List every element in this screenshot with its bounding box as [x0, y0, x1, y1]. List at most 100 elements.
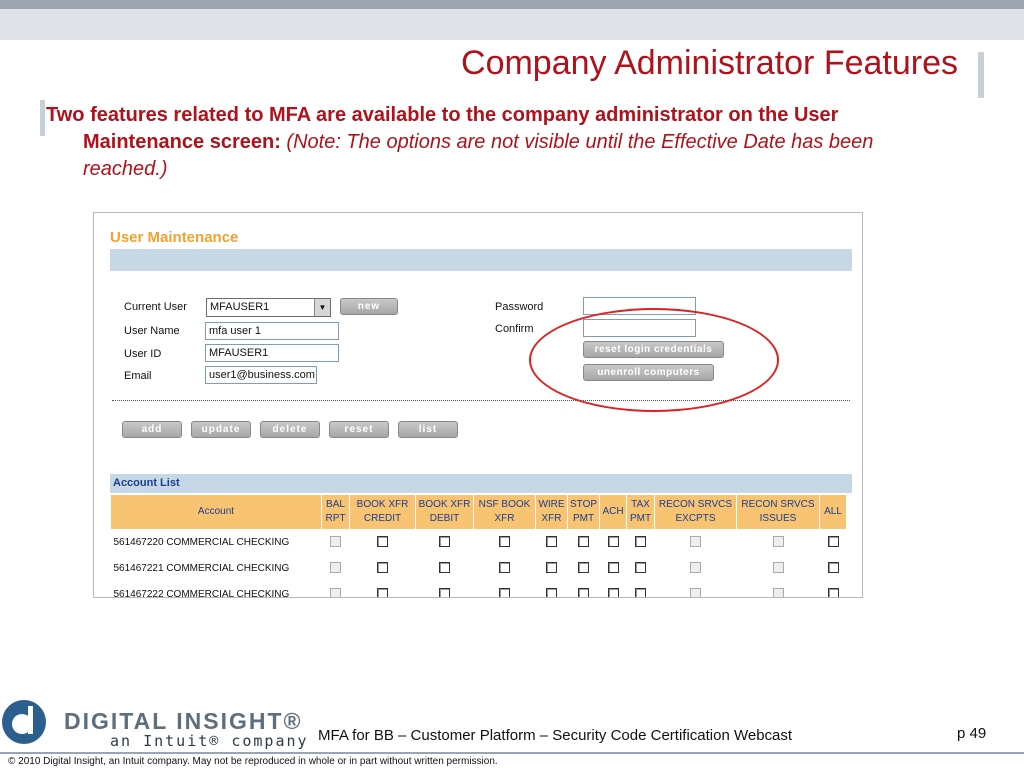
checkbox[interactable]	[827, 587, 839, 597]
title-bracket	[978, 52, 984, 98]
account-list-bar: Account List	[110, 474, 852, 493]
checkbox[interactable]	[635, 561, 646, 573]
book-credit-cell	[349, 529, 416, 556]
recon-issues-cell	[736, 529, 820, 556]
book-credit-cell	[349, 581, 416, 597]
confirm-label: Confirm	[495, 323, 534, 335]
bullet-line-2: Maintenance screen: (Note: The options a…	[46, 129, 996, 156]
checkbox[interactable]	[827, 561, 839, 573]
tax-cell	[626, 581, 655, 597]
checkbox[interactable]	[499, 587, 510, 597]
reset-button[interactable]: reset	[329, 421, 389, 438]
recon-excpts-cell	[654, 581, 737, 597]
all-cell	[819, 555, 847, 582]
table-row: 561467221 COMMERCIAL CHECKING	[110, 555, 847, 582]
new-button[interactable]: new	[340, 298, 398, 315]
wire-cell	[535, 529, 568, 556]
checkbox[interactable]	[578, 561, 589, 573]
slide-title: Company Administrator Features	[461, 44, 958, 82]
checkbox[interactable]	[546, 587, 557, 597]
col-account: Account	[110, 494, 322, 530]
dropdown-arrow-icon[interactable]: ▼	[314, 299, 330, 316]
col-bal-rpt: BAL RPT	[321, 494, 350, 530]
logo-d-stem	[28, 706, 33, 734]
page-number: p 49	[957, 725, 987, 742]
user-name-input[interactable]: mfa user 1	[205, 322, 339, 340]
checkbox-disabled	[772, 587, 784, 597]
bullet-italic-note: (Note: The options are not visible until…	[280, 131, 874, 153]
ach-cell	[599, 555, 627, 582]
stop-cell	[567, 555, 600, 582]
col-wire-xfr: WIRE XFR	[535, 494, 568, 530]
account-cell: 561467220 COMMERCIAL CHECKING	[110, 529, 322, 556]
all-cell	[819, 581, 847, 597]
email-input[interactable]: user1@business.com	[205, 366, 317, 384]
checkbox[interactable]	[439, 561, 450, 573]
user-name-label: User Name	[124, 325, 180, 337]
top-band	[0, 0, 1024, 40]
bullet-bold-line-2: Maintenance screen:	[83, 131, 281, 153]
nsf-cell	[473, 581, 536, 597]
checkbox-disabled	[690, 561, 701, 573]
account-cell: 561467222 COMMERCIAL CHECKING	[110, 581, 322, 597]
account-table: Account BAL RPT BOOK XFR CREDIT BOOK XFR…	[110, 494, 847, 597]
footer-title: MFA for BB – Customer Platform – Securit…	[318, 727, 793, 744]
checkbox[interactable]	[546, 561, 557, 573]
col-ach: ACH	[599, 494, 627, 530]
user-id-label: User ID	[124, 348, 162, 360]
col-recon-issues: RECON SRVCS ISSUES	[736, 494, 820, 530]
copyright-text: © 2010 Digital Insight, an Intuit compan…	[8, 756, 498, 767]
screen-title: User Maintenance	[110, 229, 239, 246]
col-tax-pmt: TAX PMT	[626, 494, 655, 530]
bullet-bold-line-1: Two features related to MFA are availabl…	[46, 104, 839, 126]
checkbox[interactable]	[578, 587, 589, 597]
checkbox[interactable]	[827, 535, 839, 547]
add-button[interactable]: add	[122, 421, 182, 438]
bullet-bracket	[40, 100, 45, 136]
tax-cell	[626, 529, 655, 556]
digital-insight-logo-icon	[2, 700, 46, 744]
wire-cell	[535, 555, 568, 582]
highlight-oval	[529, 308, 779, 412]
list-button[interactable]: list	[398, 421, 458, 438]
recon-issues-cell	[736, 555, 820, 582]
screen-header-bar	[110, 249, 852, 271]
checkbox-disabled	[330, 535, 341, 547]
checkbox[interactable]	[499, 561, 510, 573]
book-debit-cell	[415, 581, 474, 597]
checkbox-disabled	[772, 535, 784, 547]
ach-cell	[599, 581, 627, 597]
checkbox[interactable]	[607, 587, 619, 597]
checkbox[interactable]	[439, 535, 450, 547]
delete-button[interactable]: delete	[260, 421, 320, 438]
ach-cell	[599, 529, 627, 556]
checkbox-disabled	[330, 561, 341, 573]
all-cell	[819, 529, 847, 556]
checkbox-disabled	[330, 587, 341, 597]
top-stripe	[0, 0, 1024, 9]
checkbox[interactable]	[439, 587, 450, 597]
checkbox[interactable]	[377, 587, 388, 597]
checkbox-disabled	[772, 561, 784, 573]
book-credit-cell	[349, 555, 416, 582]
checkbox[interactable]	[546, 535, 557, 547]
nsf-cell	[473, 529, 536, 556]
checkbox[interactable]	[607, 561, 619, 573]
nsf-cell	[473, 555, 536, 582]
checkbox[interactable]	[635, 535, 646, 547]
checkbox[interactable]	[377, 535, 388, 547]
recon-issues-cell	[736, 581, 820, 597]
bal-rpt-cell	[321, 581, 350, 597]
user-id-input[interactable]: MFAUSER1	[205, 344, 339, 362]
bullet-italic-note-end: reached.)	[83, 158, 168, 180]
checkbox[interactable]	[607, 535, 619, 547]
current-user-select[interactable]: MFAUSER1 ▼	[206, 298, 331, 317]
stop-cell	[567, 529, 600, 556]
checkbox-disabled	[690, 587, 701, 597]
current-user-value: MFAUSER1	[210, 301, 270, 313]
checkbox[interactable]	[377, 561, 388, 573]
checkbox[interactable]	[499, 535, 510, 547]
update-button[interactable]: update	[191, 421, 251, 438]
checkbox[interactable]	[578, 535, 589, 547]
checkbox[interactable]	[635, 587, 646, 597]
